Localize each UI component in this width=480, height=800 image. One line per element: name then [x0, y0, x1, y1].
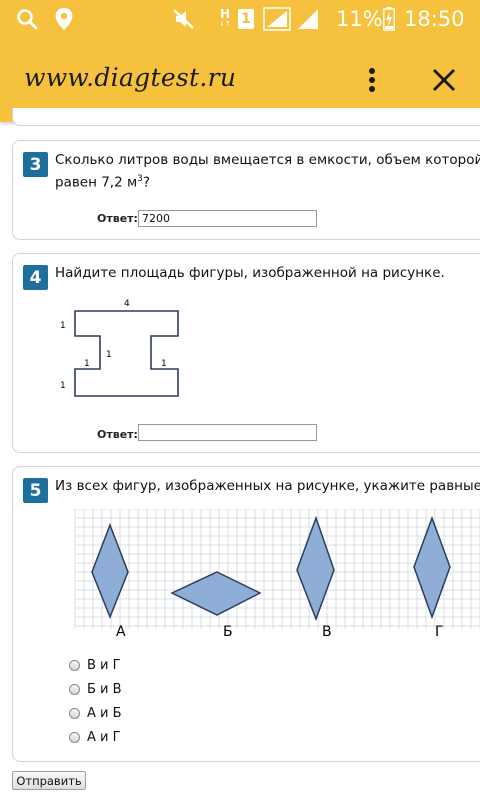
- rhombus-v: [296, 515, 335, 622]
- rhombus-g: [413, 515, 451, 620]
- network-type-label: H: [219, 7, 231, 21]
- question-number-badge: 3: [23, 152, 48, 177]
- question-card-5: 5 Из всех фигур, изображенных на рисунке…: [12, 466, 480, 762]
- question-text-line: равен 7,2 м3?: [55, 170, 480, 193]
- answer-input[interactable]: [138, 424, 317, 441]
- rhombus-a: [91, 522, 129, 620]
- answer-label: Ответ:: [97, 428, 138, 441]
- signal-icon: [296, 0, 320, 38]
- question-text: Сколько литров воды вмещается в емкости,…: [55, 151, 480, 193]
- status-bar: H ↓↑ 1 11% 18:50: [0, 0, 480, 38]
- figure-label: 4: [124, 299, 130, 309]
- radio-button[interactable]: [69, 731, 80, 743]
- location-icon: [52, 0, 76, 38]
- battery-charging-icon: [382, 0, 396, 38]
- radio-button[interactable]: [69, 707, 80, 719]
- sim-number-label: 1: [238, 9, 254, 29]
- figure-label: 1: [84, 359, 90, 369]
- question-card-4: 4 Найдите площадь фигуры, изображенной н…: [12, 253, 480, 453]
- answer-option[interactable]: А и Г: [69, 727, 121, 747]
- answer-option[interactable]: В и Г: [69, 655, 121, 675]
- figure-label-g: Г: [435, 624, 444, 640]
- question-number-badge: 5: [23, 478, 48, 503]
- previous-question-card: [12, 108, 480, 126]
- close-button[interactable]: [426, 62, 462, 98]
- mute-icon: [170, 0, 198, 38]
- search-icon: [14, 0, 40, 38]
- question-number-badge: 4: [23, 265, 48, 290]
- network-h-icon: H ↓↑: [219, 7, 231, 28]
- figure-label: 1: [60, 321, 66, 331]
- overflow-menu-button[interactable]: [356, 62, 388, 98]
- page-url: www.diagtest.ru: [24, 63, 237, 92]
- i-beam-figure: 4 1 1 1 1 1: [60, 299, 179, 397]
- figure-label: 1: [60, 381, 66, 391]
- option-label: А и Г: [87, 729, 121, 745]
- option-label: А и Б: [87, 705, 122, 721]
- question-text: Найдите площадь фигуры, изображенной на …: [55, 265, 445, 281]
- answer-input[interactable]: 7200: [138, 210, 317, 227]
- sim-1-icon: 1: [237, 0, 255, 38]
- figure-label: 1: [161, 359, 167, 369]
- shapes-grid-figure: А Б В Г: [74, 509, 480, 640]
- submit-button[interactable]: Отправить: [12, 771, 86, 790]
- question-text-part: ?: [142, 174, 151, 191]
- question-text-line: Сколько литров воды вмещается в емкости,…: [55, 152, 480, 168]
- figure-outline: [74, 310, 179, 397]
- option-label: Б и В: [87, 681, 122, 697]
- more-vert-icon: [369, 68, 375, 92]
- answer-option[interactable]: Б и В: [69, 679, 122, 699]
- close-icon: [433, 69, 455, 91]
- figure-label-v: В: [322, 624, 332, 640]
- battery-percent: 11%: [336, 7, 383, 31]
- question-card-3: 3 Сколько литров воды вмещается в емкост…: [12, 140, 480, 240]
- question-text: Из всех фигур, изображенных на рисунке, …: [55, 478, 480, 494]
- answer-option[interactable]: А и Б: [69, 703, 122, 723]
- figure-label: 1: [106, 350, 112, 360]
- figure-label-a: А: [116, 624, 126, 640]
- rhombus-b: [170, 571, 262, 616]
- figure-label-b: Б: [223, 624, 233, 640]
- radio-button[interactable]: [69, 683, 80, 695]
- clock: 18:50: [404, 7, 465, 31]
- answer-label: Ответ:: [97, 212, 138, 225]
- radio-button[interactable]: [69, 659, 80, 671]
- question-text-part: равен 7,2 м: [55, 174, 138, 191]
- option-label: В и Г: [87, 657, 121, 673]
- signal-icon: [262, 0, 292, 38]
